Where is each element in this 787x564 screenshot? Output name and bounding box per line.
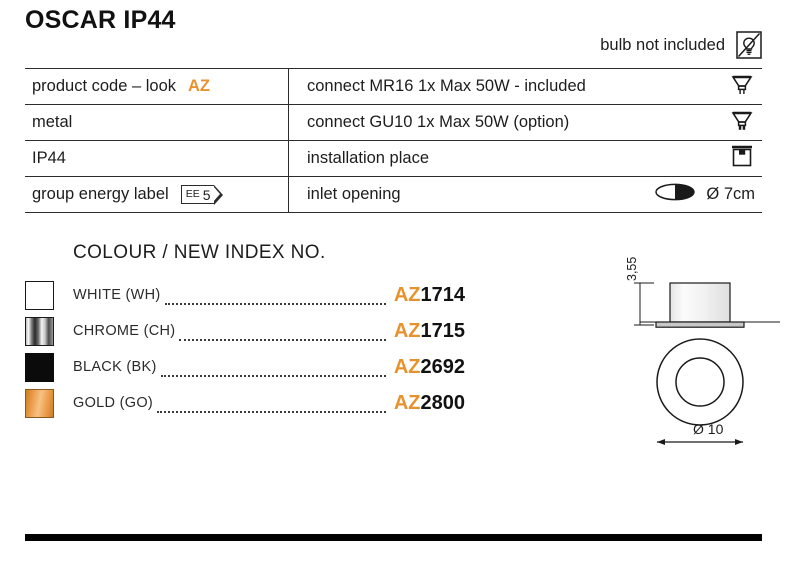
spec-cell-connect-mr16: connect MR16 1x Max 50W - included [288,68,762,105]
colour-name: WHITE (WH) [73,287,161,303]
table-row: IP44 installation place [25,140,762,177]
leader-dots [164,289,386,305]
inlet-opening-value: Ø 7cm [706,185,755,203]
colour-swatch-white [25,280,54,310]
inlet-opening-icon [654,181,696,208]
colour-name: GOLD (GO) [73,395,154,411]
product-code: AZ2800 [394,392,465,415]
code-prefix: AZ [393,319,421,342]
code-number: 1714 [420,283,466,306]
specification-table: product code – look AZ connect MR16 1x M… [25,68,762,213]
spec-cell-installation-place: installation place [288,140,762,177]
table-row: group energy label EE 5 inlet opening Ø … [25,176,762,213]
spec-right-label: connect MR16 1x Max 50W - included [307,77,586,95]
leader-dots [160,361,386,377]
spec-left-label: product code – look [32,77,177,95]
page-title: OSCAR IP44 [25,6,176,34]
list-item: BLACK (BK) AZ2692 [25,349,465,385]
product-code: AZ2692 [394,356,465,379]
spec-cell-product-code: product code – look AZ [25,68,289,105]
colour-name: CHROME (CH) [73,323,176,339]
gu10-lamp-icon [729,107,755,138]
list-item: CHROME (CH) AZ1715 [25,313,465,349]
drawing-height-dimension: 3,55 [625,256,639,281]
spec-right-label: inlet opening [307,185,401,203]
product-code: AZ1714 [394,284,465,307]
energy-label-prefix: EE [185,188,200,201]
list-item: WHITE (WH) AZ1714 [25,277,465,313]
table-row: metal connect GU10 1x Max 50W (option) [25,104,762,141]
spec-cell-inlet-opening: inlet opening Ø 7cm [288,176,762,213]
spec-left-accent: AZ [188,77,211,95]
bulb-crossed-icon [736,31,762,64]
spec-left-label: metal [32,113,73,131]
mr16-lamp-icon [729,71,755,102]
spec-right-label: installation place [307,149,429,167]
code-number: 1715 [420,319,466,342]
colour-name: BLACK (BK) [73,359,157,375]
spec-cell-material: metal [25,104,289,141]
code-prefix: AZ [393,391,421,414]
energy-label-value: 5 [202,186,211,203]
bulb-not-included-label: bulb not included [600,36,725,54]
product-code: AZ1715 [394,320,465,343]
colour-swatch-black [25,352,54,382]
spec-left-label: IP44 [32,149,66,167]
code-prefix: AZ [393,355,421,378]
list-item: GOLD (GO) AZ2800 [25,385,465,421]
energy-label-badge: EE 5 [180,184,223,205]
leader-dots [157,397,386,413]
code-number: 2800 [420,391,466,414]
spec-cell-ip-rating: IP44 [25,140,289,177]
colour-swatch-chrome [25,316,54,346]
spec-cell-energy-label: group energy label EE 5 [25,176,289,213]
spec-cell-connect-gu10: connect GU10 1x Max 50W (option) [288,104,762,141]
code-number: 2692 [420,355,466,378]
colour-section-heading: COLOUR / NEW INDEX NO. [73,242,326,263]
leader-dots [179,325,386,341]
spec-right-label: connect GU10 1x Max 50W (option) [307,113,570,131]
spec-left-label: group energy label [32,185,169,203]
table-row: product code – look AZ connect MR16 1x M… [25,68,762,105]
colour-swatch-gold [25,388,54,418]
ceiling-mount-icon [729,143,755,174]
colour-index-list: WHITE (WH) AZ1714 CHROME (CH) AZ1715 BLA… [25,277,465,421]
footer-bar [25,534,762,541]
code-prefix: AZ [393,283,421,306]
drawing-width-dimension: Ø 10 [693,421,724,437]
